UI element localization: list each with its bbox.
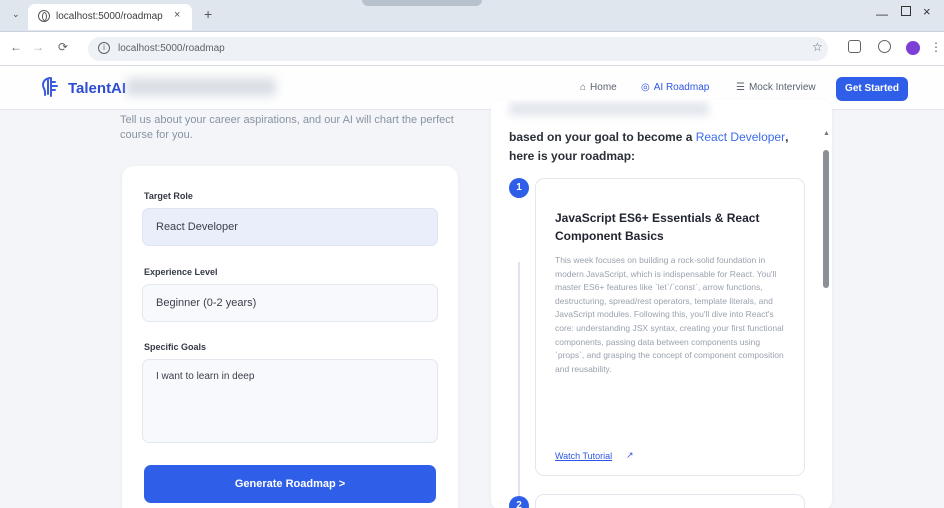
timeline-line	[518, 262, 520, 498]
maximize-button[interactable]	[901, 6, 911, 16]
roadmap-icon: ◎	[641, 82, 650, 93]
tab-close-button[interactable]: ×	[174, 9, 180, 21]
nav-home[interactable]: ⌂ Home	[580, 82, 617, 93]
intro-role: React Developer	[695, 130, 786, 144]
specific-goals-label: Specific Goals	[144, 342, 207, 352]
watch-tutorial-link[interactable]: Watch Tutorial	[555, 451, 612, 461]
profile-avatar[interactable]	[906, 41, 920, 55]
scrollbar-thumb[interactable]	[823, 150, 829, 288]
target-role-label: Target Role	[144, 191, 193, 201]
nav-mock-interview[interactable]: ☰ Mock Interview	[736, 82, 816, 93]
nav-ai-roadmap[interactable]: ◎ AI Roadmap	[641, 82, 709, 93]
step-number-badge: 1	[509, 178, 529, 198]
roadmap-step-card: JavaScript ES6+ Essentials & React Compo…	[535, 178, 805, 476]
browser-tabbar: ⌄ localhost:5000/roadmap × + — ×	[0, 0, 944, 32]
roadmap-step-card-2	[535, 494, 805, 508]
list-icon: ☰	[736, 82, 745, 93]
home-icon: ⌂	[580, 82, 587, 93]
roadmap-intro: based on your goal to become a React Dev…	[509, 128, 809, 166]
browser-menu-button[interactable]: ⋮	[930, 40, 942, 54]
brain-icon	[40, 76, 64, 100]
generate-roadmap-button[interactable]: Generate Roadmap >	[144, 465, 436, 503]
brand-name[interactable]: TalentAI	[68, 80, 126, 97]
experience-level-label: Experience Level	[144, 267, 218, 277]
page: TalentAI ⌂ Home ◎ AI Roadmap ☰ Mock Intervi…	[0, 66, 944, 508]
tabbar-decoration	[362, 0, 482, 6]
globe-icon	[38, 10, 50, 22]
tab-title: localhost:5000/roadmap	[56, 11, 163, 22]
browser-tab[interactable]: localhost:5000/roadmap ×	[28, 4, 192, 30]
intro-prefix: based on your goal to become a	[509, 130, 693, 144]
bookmark-star-icon[interactable]: ☆	[812, 40, 823, 54]
step-title: JavaScript ES6+ Essentials & React Compo…	[555, 211, 760, 243]
experience-level-select[interactable]: Beginner (0-2 years)	[142, 284, 438, 322]
reload-button[interactable]: ⟳	[58, 40, 68, 54]
page-subtitle: Tell us about your career aspirations, a…	[120, 114, 454, 141]
address-bar[interactable]: i localhost:5000/roadmap	[88, 37, 828, 61]
nav-mock-interview-label: Mock Interview	[748, 82, 816, 93]
forward-button[interactable]: →	[32, 40, 44, 54]
url-text[interactable]: localhost:5000/roadmap	[118, 43, 225, 54]
brain-icon-svg	[41, 77, 58, 97]
specific-goals-textarea[interactable]: I want to learn in deep	[142, 359, 438, 443]
back-button[interactable]: ←	[10, 40, 22, 54]
roadmap-form-card: Target Role React Developer Experience L…	[122, 166, 458, 508]
get-started-button[interactable]: Get Started	[836, 77, 908, 101]
close-window-button[interactable]: ×	[923, 4, 931, 19]
extension-icon[interactable]	[848, 40, 861, 53]
scroll-up-arrow[interactable]: ▲	[823, 130, 830, 137]
target-role-input[interactable]: React Developer	[142, 208, 438, 246]
new-tab-button[interactable]: +	[204, 6, 212, 22]
nav-home-label: Home	[590, 82, 617, 93]
browser-toolbar: ← → ⟳ i localhost:5000/roadmap ☆ ⋮	[0, 32, 944, 66]
minimize-button[interactable]: —	[876, 7, 888, 21]
step-description: This week focuses on building a rock-sol…	[555, 255, 784, 374]
site-info-icon[interactable]: i	[98, 42, 110, 54]
nav-ai-roadmap-label: AI Roadmap	[653, 82, 710, 93]
page-heading-blurred	[126, 78, 276, 96]
result-heading-blurred	[509, 102, 709, 116]
external-link-icon[interactable]: ↗	[626, 450, 634, 461]
extensions-puzzle-icon[interactable]	[878, 40, 891, 53]
tab-search-dropdown[interactable]: ⌄	[12, 9, 20, 20]
